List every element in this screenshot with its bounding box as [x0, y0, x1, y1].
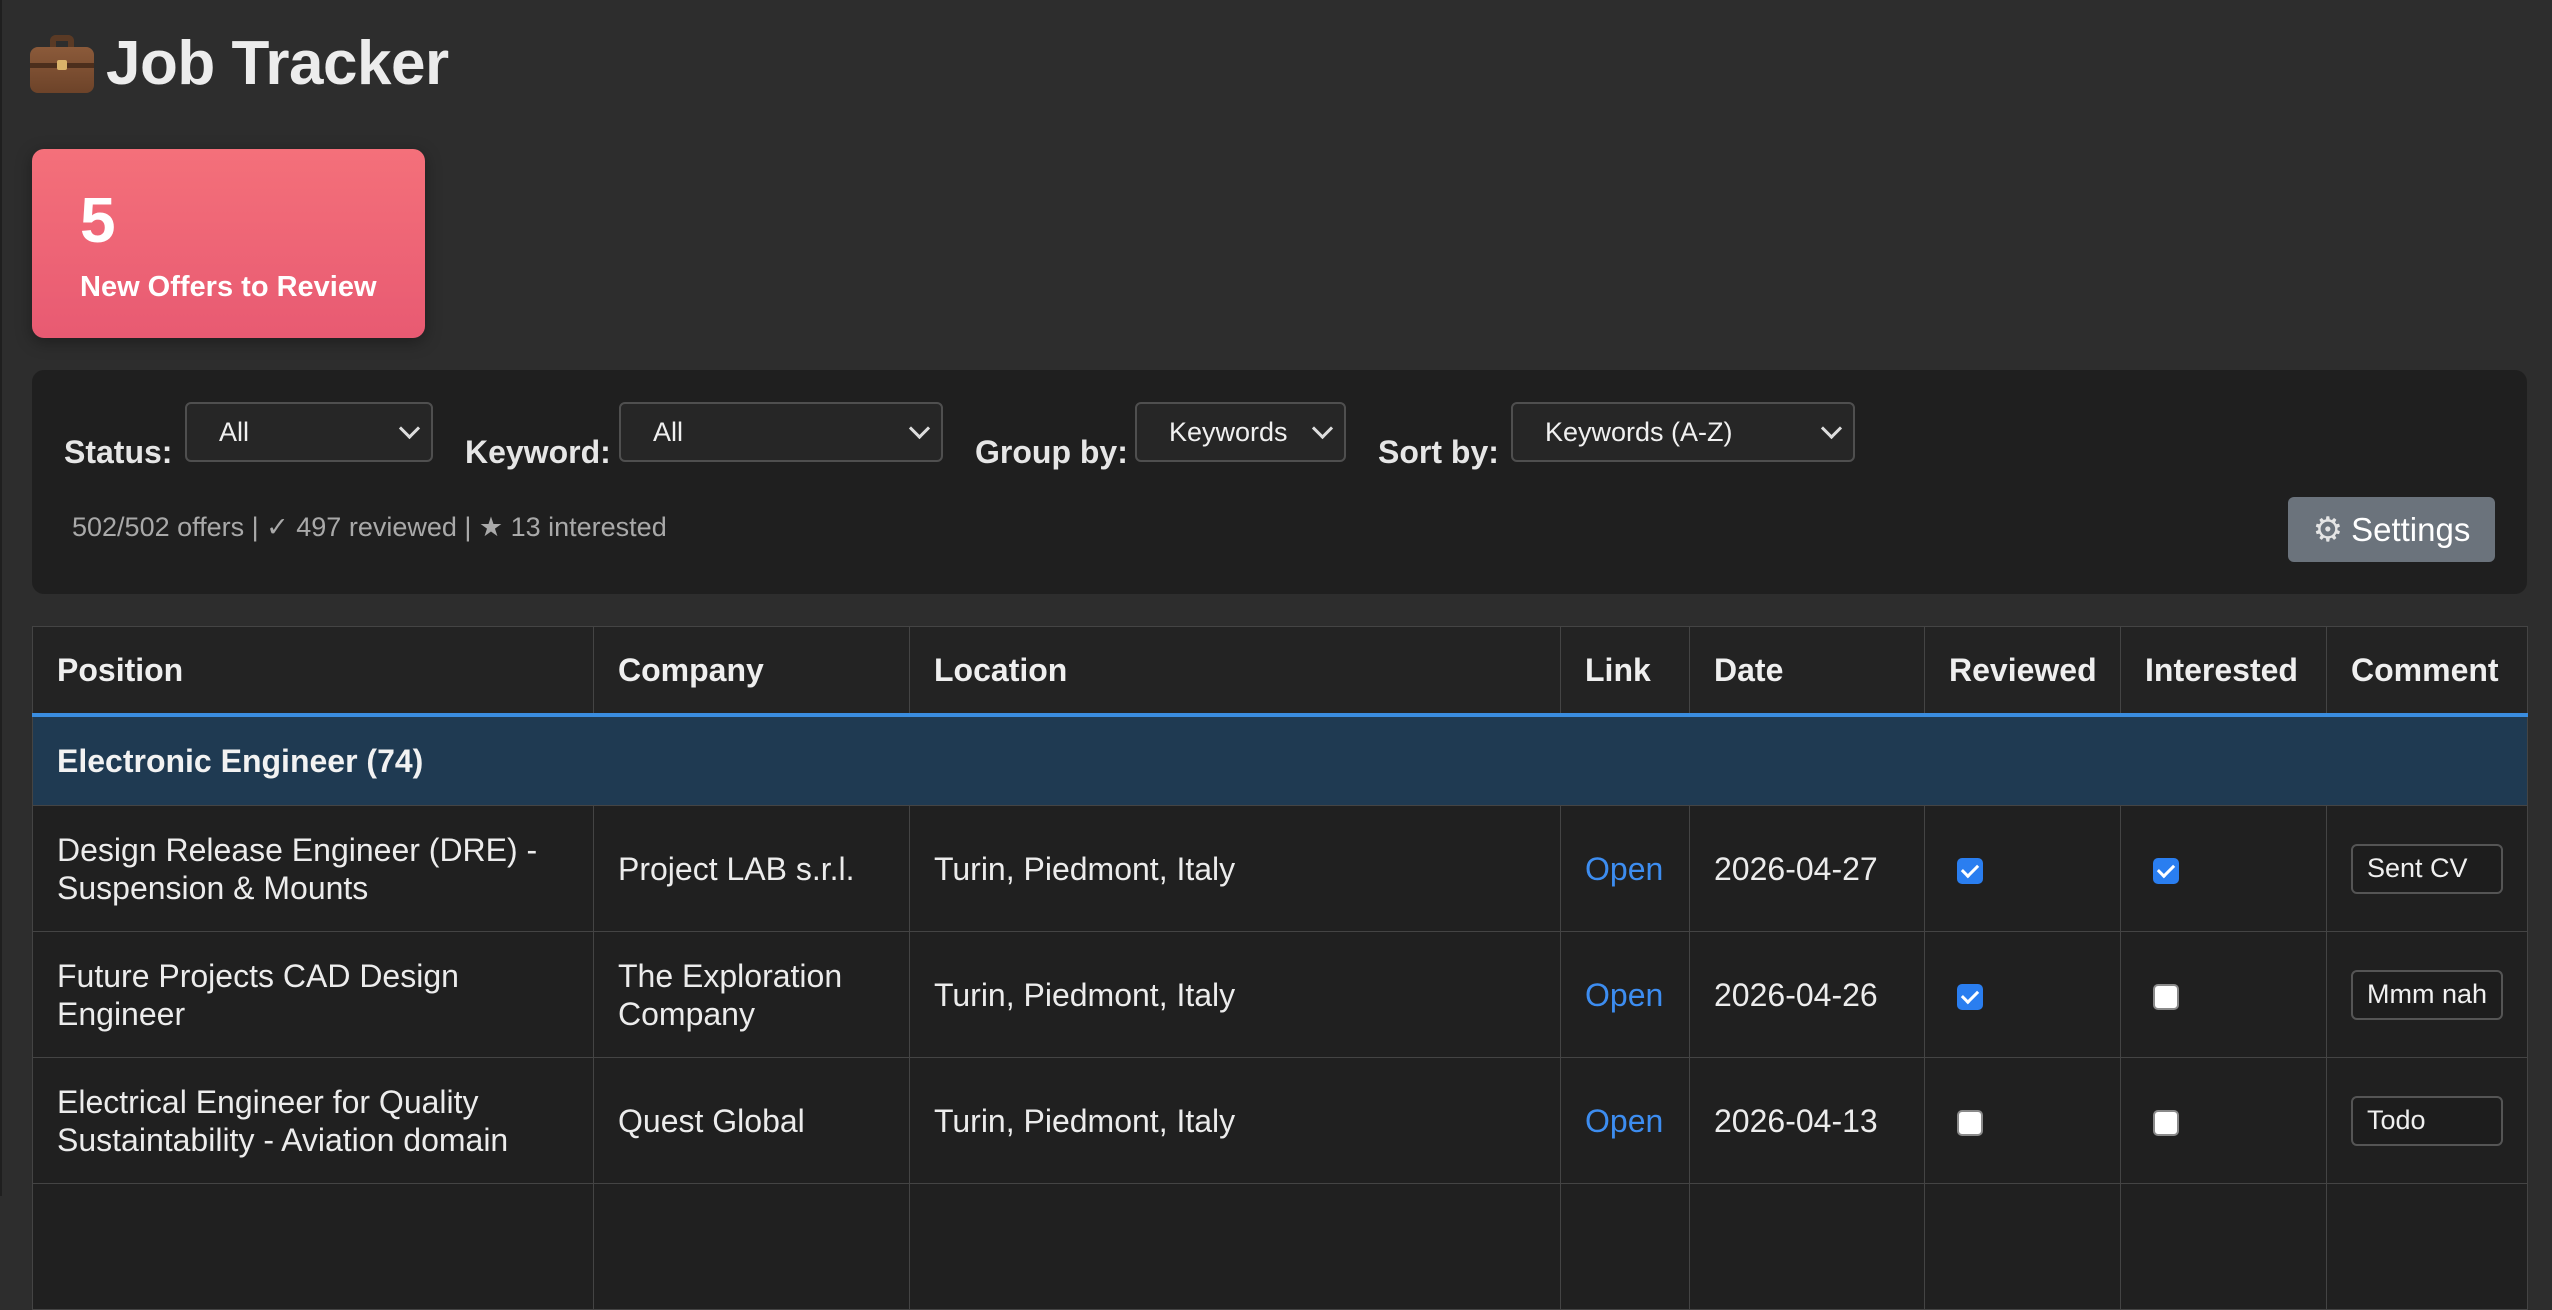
- column-header-comment[interactable]: Comment: [2326, 626, 2528, 717]
- offers-summary: 502/502 offers | ✓ 497 reviewed | ★ 13 i…: [72, 512, 667, 542]
- group-by-select[interactable]: Keywords: [1135, 402, 1346, 462]
- chevron-down-icon: [398, 417, 421, 440]
- interested-checkbox[interactable]: [2153, 858, 2179, 885]
- group-by-select-value: Keywords: [1169, 416, 1288, 447]
- column-header-location[interactable]: Location: [909, 626, 1561, 717]
- column-header-date[interactable]: Date: [1689, 626, 1925, 717]
- keyword-select[interactable]: All: [619, 402, 943, 462]
- comment-input[interactable]: [2351, 843, 2503, 894]
- cell-date: 2026-04-27: [1689, 805, 1925, 932]
- cell-link: Open: [1560, 931, 1690, 1058]
- column-header-link[interactable]: Link: [1560, 626, 1690, 717]
- cell-position: Future Projects CAD Design Engineer: [32, 931, 594, 1058]
- table-row: Electrical Engineer for Quality Sustaint…: [32, 1057, 2528, 1184]
- settings-button-label: Settings: [2351, 510, 2471, 548]
- window-edge: [0, 0, 2, 1196]
- group-row[interactable]: Electronic Engineer (74): [32, 714, 2528, 806]
- gear-icon: ⚙: [2312, 510, 2344, 549]
- cell-date: 2026-04-26: [1689, 931, 1925, 1058]
- table-row: Design Release Engineer (DRE) - Suspensi…: [32, 805, 2528, 932]
- cell-company: Project LAB s.r.l.: [593, 805, 910, 932]
- table-header-row: Position Company Location Link Date Revi…: [32, 626, 2528, 717]
- keyword-label: Keyword:: [465, 434, 611, 470]
- table-row-partial: [32, 1183, 2528, 1310]
- cell-date: 2026-04-13: [1689, 1057, 1925, 1184]
- interested-checkbox[interactable]: [2153, 984, 2179, 1011]
- sort-by-select-value: Keywords (A-Z): [1545, 416, 1733, 447]
- cell-link: Open: [1560, 805, 1690, 932]
- chevron-down-icon: [908, 417, 931, 440]
- column-header-interested[interactable]: Interested: [2120, 626, 2327, 717]
- cell-location: Turin, Piedmont, Italy: [909, 931, 1561, 1058]
- reviewed-checkbox[interactable]: [1957, 858, 1983, 885]
- cell-link: Open: [1560, 1057, 1690, 1184]
- new-offers-card: 5 New Offers to Review: [32, 149, 425, 338]
- comment-input[interactable]: [2351, 969, 2503, 1020]
- page-header: Job Tracker: [30, 28, 449, 99]
- cell-location: Turin, Piedmont, Italy: [909, 805, 1561, 932]
- job-tracker-page: Job Tracker 5 New Offers to Review Statu…: [0, 0, 2552, 1310]
- cell-interested: [2120, 931, 2327, 1058]
- briefcase-icon: [30, 33, 94, 95]
- new-offers-count: 5: [80, 184, 116, 256]
- sort-by-label: Sort by:: [1378, 434, 1499, 470]
- new-offers-label: New Offers to Review: [80, 271, 377, 303]
- cell-comment: [2326, 1057, 2528, 1184]
- keyword-select-value: All: [653, 416, 684, 447]
- status-select[interactable]: All: [185, 402, 433, 462]
- chevron-down-icon: [1820, 417, 1843, 440]
- cell-reviewed: [1924, 1057, 2121, 1184]
- status-label: Status:: [64, 434, 173, 470]
- interested-checkbox[interactable]: [2153, 1110, 2179, 1137]
- open-link[interactable]: Open: [1585, 851, 1663, 887]
- comment-input[interactable]: [2351, 1095, 2503, 1146]
- settings-button[interactable]: ⚙ Settings: [2288, 497, 2495, 562]
- cell-reviewed: [1924, 805, 2121, 932]
- column-header-reviewed[interactable]: Reviewed: [1924, 626, 2121, 717]
- cell-comment: [2326, 931, 2528, 1058]
- cell-reviewed: [1924, 931, 2121, 1058]
- cell-comment: [2326, 805, 2528, 932]
- cell-company: Quest Global: [593, 1057, 910, 1184]
- group-row-label: Electronic Engineer (74): [32, 714, 2528, 806]
- page-title: Job Tracker: [106, 29, 449, 98]
- cell-position: Design Release Engineer (DRE) - Suspensi…: [32, 805, 594, 932]
- cell-position: Electrical Engineer for Quality Sustaint…: [32, 1057, 594, 1184]
- column-header-company[interactable]: Company: [593, 626, 910, 717]
- open-link[interactable]: Open: [1585, 977, 1663, 1013]
- chevron-down-icon: [1311, 417, 1334, 440]
- reviewed-checkbox[interactable]: [1957, 1110, 1983, 1137]
- cell-location: Turin, Piedmont, Italy: [909, 1057, 1561, 1184]
- open-link[interactable]: Open: [1585, 1103, 1663, 1139]
- table-row: Future Projects CAD Design Engineer The …: [32, 931, 2528, 1058]
- cell-company: The Exploration Company: [593, 931, 910, 1058]
- column-header-position[interactable]: Position: [32, 626, 594, 717]
- cell-interested: [2120, 1057, 2327, 1184]
- status-select-value: All: [219, 416, 250, 447]
- reviewed-checkbox[interactable]: [1957, 984, 1983, 1011]
- offers-table: Position Company Location Link Date Revi…: [32, 626, 2528, 1310]
- cell-interested: [2120, 805, 2327, 932]
- sort-by-select[interactable]: Keywords (A-Z): [1511, 402, 1855, 462]
- offers-table-wrapper: Position Company Location Link Date Revi…: [32, 626, 2528, 1310]
- group-by-label: Group by:: [975, 434, 1128, 470]
